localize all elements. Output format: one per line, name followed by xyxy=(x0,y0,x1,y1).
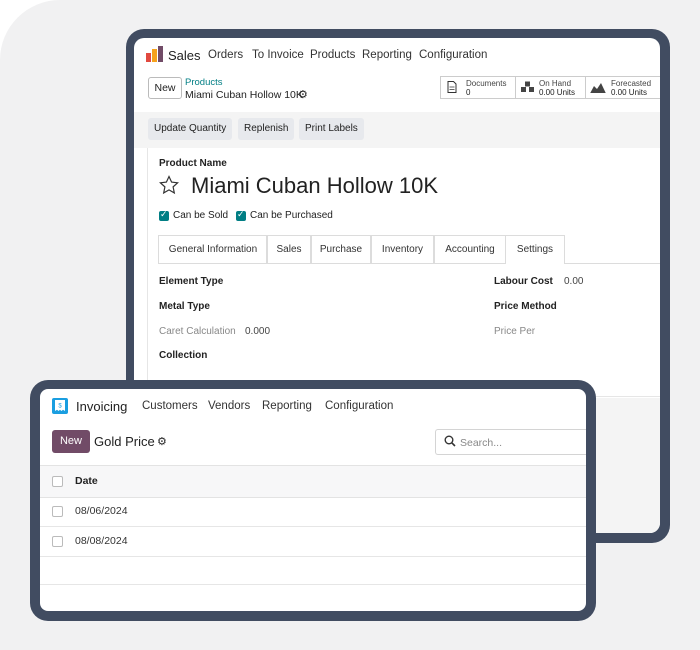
invoicing-window: $ Invoicing Customers Vendors Reporting … xyxy=(40,389,586,611)
product-name-label: Product Name xyxy=(159,158,227,169)
forecasted-label: Forecasted xyxy=(611,79,652,88)
menu-orders[interactable]: Orders xyxy=(208,49,243,61)
row-checkbox[interactable] xyxy=(52,506,63,517)
search-input[interactable] xyxy=(458,433,582,452)
form-tabs: General Information Sales Purchase Inven… xyxy=(158,235,660,264)
tab-general-information[interactable]: General Information xyxy=(158,235,268,263)
menu-reporting[interactable]: Reporting xyxy=(362,49,412,61)
sales-new-button[interactable]: New xyxy=(148,77,182,99)
invoicing-app-icon[interactable]: $ xyxy=(52,398,68,414)
can-be-purchased-label: Can be Purchased xyxy=(250,210,333,221)
documents-label: Documents xyxy=(466,79,507,88)
on-hand-value: 0.00 Units xyxy=(539,88,576,97)
menu-customers[interactable]: Customers xyxy=(142,400,198,412)
labour-cost-label: Labour Cost xyxy=(494,276,553,287)
tab-accounting[interactable]: Accounting xyxy=(433,235,507,263)
caret-calculation-label: Caret Calculation xyxy=(159,326,236,337)
document-icon xyxy=(447,81,457,93)
invoicing-app-name[interactable]: Invoicing xyxy=(76,399,127,414)
search-box xyxy=(435,429,586,455)
documents-value: 0 xyxy=(466,88,471,97)
new-button[interactable]: New xyxy=(52,430,90,453)
price-per-label: Price Per xyxy=(494,326,536,337)
search-icon xyxy=(444,435,456,447)
price-method-label: Price Method xyxy=(494,301,557,312)
can-be-sold-checkbox[interactable] xyxy=(159,209,169,221)
tab-settings[interactable]: Settings xyxy=(505,235,565,264)
replenish-button[interactable]: Replenish xyxy=(238,118,295,140)
caret-calculation-value: 0.000 xyxy=(245,326,271,337)
page-title: Gold Price xyxy=(94,434,155,449)
update-quantity-button[interactable]: Update Quantity xyxy=(148,118,233,140)
labour-cost-value[interactable]: 0.00 xyxy=(564,276,583,287)
gear-icon[interactable]: ⚙ xyxy=(298,88,308,101)
menu-products[interactable]: Products xyxy=(310,49,355,61)
sales-control-panel: New Products Miami Cuban Hollow 10K ⚙ Do… xyxy=(134,72,660,113)
cubes-icon xyxy=(521,81,534,92)
documents-button[interactable]: Documents 0 xyxy=(440,76,517,99)
tab-sales[interactable]: Sales xyxy=(266,235,312,263)
forecasted-button[interactable]: Forecasted 0.00 Units xyxy=(585,76,660,99)
can-be-purchased-checkbox[interactable] xyxy=(236,209,246,221)
forecasted-value: 0.00 Units xyxy=(611,88,648,97)
product-name-value[interactable]: Miami Cuban Hollow 10K xyxy=(191,173,438,199)
tab-inventory[interactable]: Inventory xyxy=(370,235,435,263)
empty-row xyxy=(40,557,586,585)
menu-reporting[interactable]: Reporting xyxy=(262,400,312,412)
on-hand-label: On Hand xyxy=(539,79,572,88)
invoicing-top-nav: $ Invoicing Customers Vendors Reporting … xyxy=(40,389,586,423)
can-be-sold-label: Can be Sold xyxy=(173,210,229,221)
list-header: Date xyxy=(40,465,586,498)
menu-configuration[interactable]: Configuration xyxy=(325,400,393,412)
row-date: 08/08/2024 xyxy=(75,535,128,547)
table-row[interactable]: 08/06/2024 xyxy=(40,497,586,527)
element-type-label: Element Type xyxy=(159,276,224,287)
action-bar: Update Quantity Replenish Print Labels xyxy=(134,112,660,148)
column-header-date[interactable]: Date xyxy=(75,475,98,487)
metal-type-label: Metal Type xyxy=(159,301,210,312)
sales-app-icon[interactable] xyxy=(146,46,164,62)
row-date: 08/06/2024 xyxy=(75,505,128,517)
tab-purchase[interactable]: Purchase xyxy=(310,235,372,263)
star-icon[interactable] xyxy=(159,175,179,195)
row-checkbox[interactable] xyxy=(52,536,63,547)
menu-to-invoice[interactable]: To Invoice xyxy=(252,49,304,61)
sales-app-name[interactable]: Sales xyxy=(168,48,201,63)
area-chart-icon xyxy=(590,83,606,93)
breadcrumb-current: Miami Cuban Hollow 10K xyxy=(185,89,303,101)
sales-top-nav: Sales Orders To Invoice Products Reporti… xyxy=(134,38,660,72)
menu-vendors[interactable]: Vendors xyxy=(208,400,250,412)
gear-icon[interactable]: ⚙ xyxy=(157,435,167,448)
select-all-checkbox[interactable] xyxy=(52,476,63,487)
menu-configuration[interactable]: Configuration xyxy=(419,49,487,61)
collection-label: Collection xyxy=(159,350,208,361)
on-hand-button[interactable]: On Hand 0.00 Units xyxy=(515,76,587,99)
table-row[interactable]: 08/08/2024 xyxy=(40,527,586,557)
breadcrumb-products[interactable]: Products xyxy=(185,77,223,88)
print-labels-button[interactable]: Print Labels xyxy=(299,118,364,140)
